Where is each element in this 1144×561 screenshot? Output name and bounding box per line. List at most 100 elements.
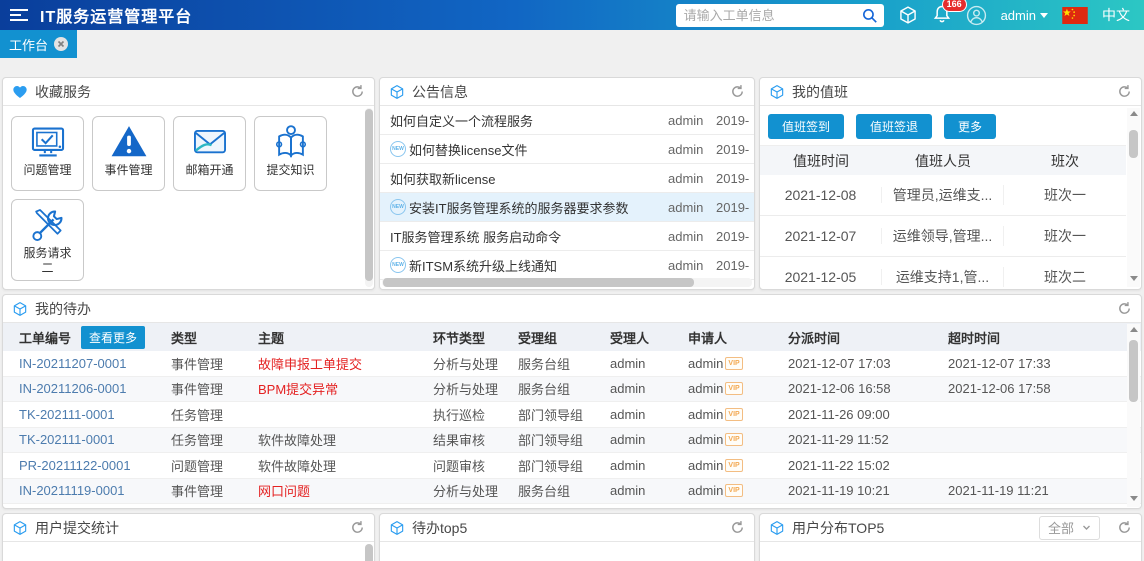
duty-shift: 班次一 [1044, 228, 1086, 244]
refresh-icon[interactable] [730, 84, 745, 99]
refresh-icon[interactable] [730, 520, 745, 535]
order-timeout-time: 2021-12-06 17:58 [948, 381, 1051, 397]
table-row[interactable]: PR-20211122-0001 问题管理 软件故障处理 问题审核 部门领导组 … [3, 453, 1141, 479]
selected-filter-value: 全部 [1047, 521, 1074, 536]
announcement-item[interactable]: NEW 如何自定义一个流程服务 admin 2019- [380, 106, 754, 135]
refresh-icon[interactable] [350, 84, 365, 99]
service-card-knowledge[interactable]: 提交知识 [254, 116, 327, 191]
duty-more-button[interactable]: 更多 [944, 114, 997, 139]
tab-close-icon[interactable] [54, 37, 69, 51]
refresh-icon[interactable] [1117, 520, 1132, 535]
panel-announcements: 公告信息 NEW 如何自定义一个流程服务 admin 2019- NEW 如何替… [379, 77, 755, 290]
order-handler: admin [610, 457, 646, 473]
duty-sign-in-button[interactable]: 值班签到 [768, 114, 845, 139]
apps-cube-icon[interactable] [898, 5, 918, 25]
user-submit-chart [3, 542, 374, 561]
duty-table: 值班时间 值班人员 班次 2021-12-08 管理员,运维支... 班次一 2… [760, 145, 1126, 289]
order-id-link[interactable]: TK-202111-0001 [19, 432, 171, 447]
announcement-date: 2019- [716, 228, 750, 244]
table-row[interactable]: IN-20211207-0001 事件管理 故障申报工单提交 分析与处理 服务台… [3, 351, 1141, 377]
refresh-icon[interactable] [1117, 84, 1132, 99]
order-id-link[interactable]: IN-20211119-0001 [19, 483, 171, 498]
order-applicant: admin [688, 432, 724, 448]
duty-person: 管理员,运维支... [882, 185, 1004, 205]
announcement-item[interactable]: NEW 如何获取新license admin 2019- [380, 164, 754, 193]
menu-toggle-icon[interactable] [10, 6, 30, 24]
notification-count-badge: 166 [941, 0, 967, 12]
refresh-icon[interactable] [350, 520, 365, 535]
china-flag-icon[interactable] [1062, 7, 1088, 24]
vip-badge: VIP [725, 407, 743, 421]
duty-shift: 班次一 [1044, 187, 1086, 203]
col-type: 类型 [171, 330, 198, 346]
order-id-link[interactable]: TK-202111-0001 [19, 407, 171, 422]
scroll-down-icon[interactable] [1129, 276, 1138, 281]
order-id-link[interactable]: IN-20211206-0001 [19, 381, 171, 396]
col-step-type: 环节类型 [433, 330, 486, 346]
duty-row[interactable]: 2021-12-08 管理员,运维支... 班次一 [760, 175, 1126, 216]
duty-row[interactable]: 2021-12-05 运维支持1,管... 班次二 [760, 257, 1126, 289]
table-row[interactable]: IN-20211206-0001 事件管理 BPM提交异常 分析与处理 服务台组… [3, 376, 1141, 402]
service-card-problem[interactable]: 问题管理 [11, 116, 84, 191]
vip-badge: VIP [725, 433, 743, 447]
col-shift: 班次 [1051, 152, 1079, 169]
avatar[interactable] [966, 5, 987, 26]
panel-title: 收藏服务 [35, 83, 91, 100]
duty-sign-out-button[interactable]: 值班签退 [856, 114, 933, 139]
scroll-up-icon[interactable] [1129, 327, 1138, 332]
order-subject: BPM提交异常 [258, 382, 339, 398]
order-id-link[interactable]: PR-20211122-0001 [19, 458, 171, 473]
cube-icon [12, 301, 28, 317]
username: admin [1000, 7, 1036, 23]
scrollbar-vertical[interactable] [365, 544, 373, 561]
refresh-icon[interactable] [1117, 301, 1132, 316]
service-card-incident[interactable]: 事件管理 [92, 116, 165, 191]
monitor-check-icon [29, 123, 67, 161]
scroll-up-icon[interactable] [1129, 111, 1138, 116]
view-more-button[interactable]: 查看更多 [81, 325, 146, 349]
table-row[interactable]: TK-202111-0001 任务管理 执行巡检 部门领导组 admin adm… [3, 402, 1141, 428]
announcement-item[interactable]: NEW 如何替换license文件 admin 2019- [380, 135, 754, 164]
panel-title: 我的值班 [792, 83, 848, 100]
chevron-down-icon [1040, 12, 1048, 18]
search-input[interactable] [675, 3, 884, 27]
todo-table-header: 工单编号 查看更多 类型 主题 环节类型 受理组 受理人 申请人 分派时间 超时… [3, 323, 1141, 351]
order-applicant: admin [688, 381, 724, 397]
scrollbar-vertical[interactable] [365, 108, 373, 287]
notifications[interactable]: 166 [932, 0, 967, 27]
scrollbar-vertical[interactable] [1127, 324, 1140, 507]
table-row[interactable]: TK-202111-0001 任务管理 软件故障处理 结果审核 部门领导组 ad… [3, 427, 1141, 453]
panel-user-submit-stats: 用户提交统计 [2, 513, 375, 561]
user-menu[interactable]: admin [1001, 8, 1048, 23]
table-row[interactable]: IN-20211119-0001 事件管理 网口问题 分析与处理 服务台组 ad… [3, 478, 1141, 504]
order-handler: admin [610, 483, 646, 499]
tab-workbench[interactable]: 工作台 [0, 30, 78, 58]
service-card-mailbox[interactable]: 邮箱开通 [173, 116, 246, 191]
duty-row[interactable]: 2021-12-07 运维领导,管理... 班次一 [760, 216, 1126, 257]
search-icon[interactable] [861, 7, 878, 24]
order-dispatch-time: 2021-12-06 16:58 [788, 381, 891, 397]
order-id-link[interactable]: IN-20211207-0001 [19, 356, 171, 371]
service-label: 提交知识 [266, 163, 315, 177]
cube-icon [12, 520, 28, 536]
announcement-item[interactable]: NEW 安装IT服务管理系统的服务器要求参数 admin 2019- [380, 193, 754, 222]
language-switcher[interactable]: 中文 [1102, 5, 1130, 25]
service-card-request[interactable]: 服务请求二 [11, 199, 84, 281]
scope-filter-dropdown[interactable]: 全部 [1038, 515, 1100, 540]
announcement-date: 2019- [716, 112, 750, 128]
announcement-author: admin [668, 141, 704, 157]
todo-top5-chart: 20 [380, 542, 754, 561]
order-dispatch-time: 2021-12-07 17:03 [788, 355, 891, 371]
scroll-down-icon[interactable] [1129, 496, 1138, 501]
col-handling-group: 受理组 [518, 330, 558, 346]
order-type: 事件管理 [171, 356, 224, 372]
service-label: 服务请求二 [23, 246, 72, 275]
work-order-search [675, 3, 884, 27]
announcement-item[interactable]: NEW 新ITSM系统升级上线通知 admin 2019- [380, 251, 754, 280]
scrollbar-horizontal[interactable] [382, 278, 752, 287]
scrollbar-vertical[interactable] [1127, 108, 1140, 287]
panel-my-duty: 我的值班 值班签到 值班签退 更多 值班时间 值班人员 班次 2021-12-0… [759, 77, 1142, 290]
duty-table-body: 2021-12-08 管理员,运维支... 班次一 2021-12-07 运维领… [760, 175, 1126, 289]
new-icon: NEW [390, 257, 406, 273]
announcement-item[interactable]: NEW IT服务管理系统 服务启动命令 admin 2019- [380, 222, 754, 251]
